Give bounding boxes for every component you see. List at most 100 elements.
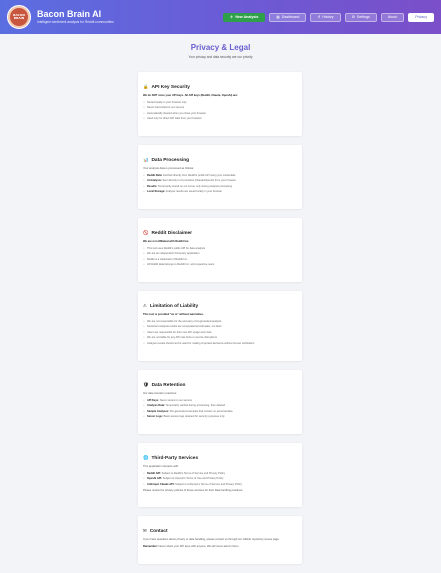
api-key-security-card: 🔒 API Key Security We do NOT store your … [138,72,302,136]
plus-icon: ＋ [229,14,234,19]
api-key-security-heading: 🔒 API Key Security [143,84,297,90]
shield-icon: 🛡 [143,382,149,387]
history-icon: ↺ [317,15,321,19]
third-party-heading: 🌐 Third-Party Services [143,455,297,461]
bacon-brain-logo[interactable]: BACON BRAIN [7,5,31,29]
list-item: Analysis results should not be used for … [143,342,297,346]
third-party-intro: This application interacts with: [143,465,179,468]
contact-reminder: Remember: Never share your API keys with… [143,545,297,549]
history-button[interactable]: ↺ History [310,12,341,22]
reddit-disclaimer-list: This tool uses Reddit's public API for d… [143,247,297,268]
list-item: Results: Temporarily stored on our serve… [143,185,297,189]
list-item: Analysis Data: Temporarily cached during… [143,404,297,408]
list-item: Automatically cleared when you close you… [143,112,297,116]
no-entry-icon: 🚫 [143,230,149,235]
api-key-security-intro: We do NOT store your API keys. All API k… [143,94,238,97]
new-analysis-button[interactable]: ＋ New Analysis [222,12,266,22]
liability-intro: This tool is provided "as is" without wa… [143,313,204,316]
reddit-disclaimer-card: 🚫 Reddit Disclaimer We are not affiliate… [138,218,302,282]
list-item: Server Logs: Basic access logs retained … [143,415,297,419]
reminder-label: Remember: [143,544,158,548]
list-item: OpenAI API: Subject to OpenAI's Terms of… [143,477,297,481]
gear-icon: ⚙ [351,15,355,19]
lock-icon: 🔒 [143,84,149,89]
settings-label: Settings [356,15,370,19]
data-processing-heading: 📊 Data Processing [143,157,297,163]
contact-title: Contact [149,528,168,534]
third-party-list: Reddit API: Subject to Reddit's Terms of… [143,472,297,487]
data-retention-card: 🛡 Data Retention Our data retention prac… [138,370,302,434]
list-item: This tool uses Reddit's public API for d… [143,247,297,251]
item-key: OpenAI API: [147,477,163,481]
item-key: Server Logs: [147,415,163,419]
page-title: Privacy & Legal [190,43,251,52]
dashboard-icon: ▦ [276,15,280,19]
list-item: Users are responsible for their own API … [143,331,297,335]
third-party-outro: Please review the privacy policies of th… [143,488,244,492]
list-item: Never transmitted to our servers [143,106,297,110]
item-key: API Keys: [147,398,160,402]
privacy-label: Privacy [415,15,427,19]
contact-body: If you have questions about privacy or d… [143,538,280,541]
item-key: Reddit Data: [147,173,163,177]
item-value: Fetched directly from Reddit's public AP… [162,173,236,177]
reminder-text: Never share your API keys with anyone. W… [157,544,240,548]
liability-title: Limitation of Liability [149,303,199,309]
data-processing-title: Data Processing [151,157,190,163]
reddit-disclaimer-intro: We are not affiliated with Reddit Inc. [143,240,190,243]
liability-card: ⚠ Limitation of Liability This tool is p… [138,291,302,361]
app-header: BACON BRAIN Bacon Brain AI Intelligent s… [0,0,441,34]
item-value: Pre-generated examples that contain no p… [169,409,233,413]
about-button[interactable]: About [380,12,405,22]
contact-heading: ✉ Contact [143,528,297,534]
item-value: Sent directly to AI providers (Claude/Op… [161,179,236,183]
settings-button[interactable]: ⚙ Settings [344,12,377,22]
liability-heading: ⚠ Limitation of Liability [143,303,297,309]
envelope-icon: ✉ [143,528,147,533]
dashboard-button[interactable]: ▦ Dashboard [269,12,307,22]
item-value: Subject to OpenAI's Terms of Use and Pri… [162,477,224,481]
item-value: Subject to Reddit's Terms of Service and… [160,471,226,475]
list-item: Local Storage: Analysis results are save… [143,190,297,194]
third-party-title: Third-Party Services [151,455,199,461]
item-key: Anthropic Claude API: [147,482,175,486]
item-value: Analysis results are saved locally in yo… [165,190,223,194]
brand: Bacon Brain AI Intelligent sentiment ana… [37,9,114,25]
list-item: Used only for direct API calls from your… [143,117,297,121]
about-label: About [387,15,398,19]
list-item: Stored locally in your browser only [143,101,297,105]
item-value: Never stored on our servers [159,398,192,402]
api-key-security-title: API Key Security [151,84,190,90]
page-subtitle: Your privacy and data security are our p… [188,55,253,59]
reddit-disclaimer-title: Reddit Disclaimer [151,230,192,236]
app-title: Bacon Brain AI [37,9,102,19]
data-processing-intro: Your analysis data is processed as follo… [143,167,194,170]
contact-card: ✉ Contact If you have questions about pr… [138,516,302,564]
list-item: Anthropic Claude API: Subject to Anthrop… [143,483,297,487]
reddit-disclaimer-heading: 🚫 Reddit Disclaimer [143,230,297,236]
warning-icon: ⚠ [143,303,147,308]
privacy-button[interactable]: Privacy [408,12,434,22]
list-item: Reddit Data: Fetched directly from Reddi… [143,174,297,178]
history-label: History [322,15,334,19]
data-retention-title: Data Retention [151,382,186,388]
dashboard-label: Dashboard [281,15,300,19]
liability-list: We are not responsible for the accuracy … [143,320,297,346]
logo-text: BACON BRAIN [10,8,28,26]
list-item: We are not liable for any API rate limit… [143,336,297,340]
data-retention-list: API Keys: Never stored on our servers An… [143,399,297,420]
data-processing-list: Reddit Data: Fetched directly from Reddi… [143,174,297,195]
item-key: Results: [147,184,158,188]
app-subtitle: Intelligent sentiment analysis for Reddi… [37,20,114,24]
list-item: API Keys: Never stored on our servers [143,399,297,403]
item-value: Subject to Anthropic's Terms of Service … [174,482,242,486]
list-item: All Reddit data belongs to Reddit Inc. a… [143,263,297,267]
list-item: We are an independent third-party applic… [143,252,297,256]
data-retention-heading: 🛡 Data Retention [143,382,297,388]
item-key: Reddit API: [147,471,161,475]
chart-icon: 📊 [143,157,149,162]
list-item: AI Analysis: Sent directly to AI provide… [143,179,297,183]
third-party-card: 🌐 Third-Party Services This application … [138,443,302,507]
item-key: AI Analysis: [147,179,162,183]
list-item: Sentiment analysis results are computati… [143,325,297,329]
